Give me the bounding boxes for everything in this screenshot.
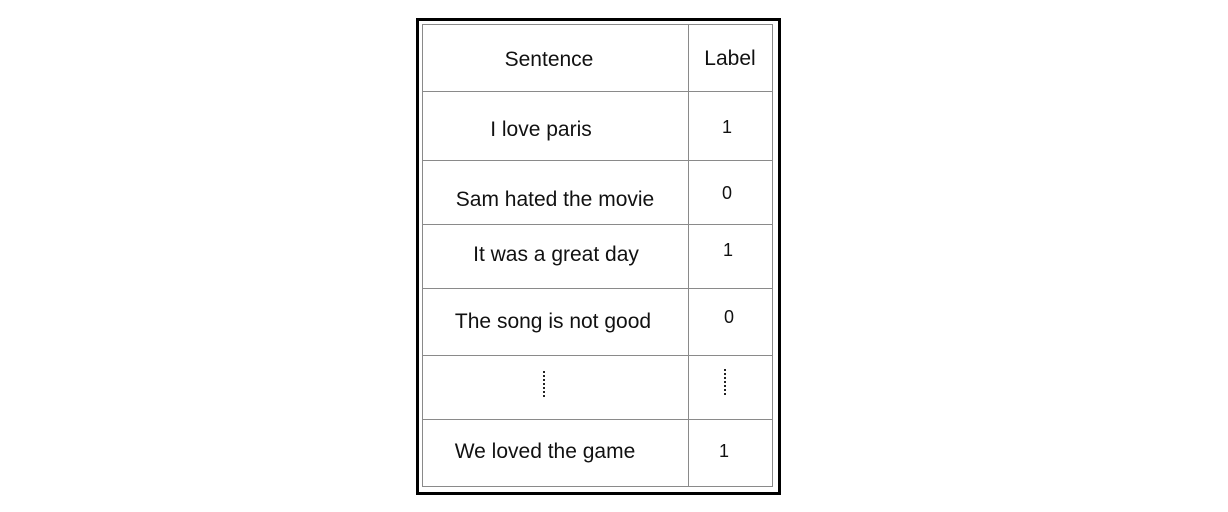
table-row-sentence: It was a great day [473,243,639,266]
table-grid: Sentence Label I love paris 1 Sam hated … [422,24,773,487]
header-sentence: Sentence [504,48,594,71]
table-row-label: 1 [722,240,734,260]
table-row-sentence: We loved the game [454,440,636,463]
table-row-label: 1 [721,117,733,137]
table-row-label: 1 [718,441,730,461]
data-table: Sentence Label I love paris 1 Sam hated … [416,18,781,495]
row-divider [423,160,772,161]
row-divider [423,288,772,289]
row-divider [423,224,772,225]
table-row-sentence: Sam hated the movie [455,188,655,211]
table-row-label: 0 [721,183,733,203]
row-divider [423,355,772,356]
table-row-label: 0 [723,307,735,327]
header-label: Label [704,47,756,70]
row-divider [423,419,772,420]
vertical-ellipsis-icon [724,369,726,395]
vertical-ellipsis-icon [543,371,545,397]
column-divider [688,25,689,486]
table-row-sentence: I love paris [490,118,592,141]
row-divider [423,91,772,92]
table-row-sentence: The song is not good [454,310,652,333]
